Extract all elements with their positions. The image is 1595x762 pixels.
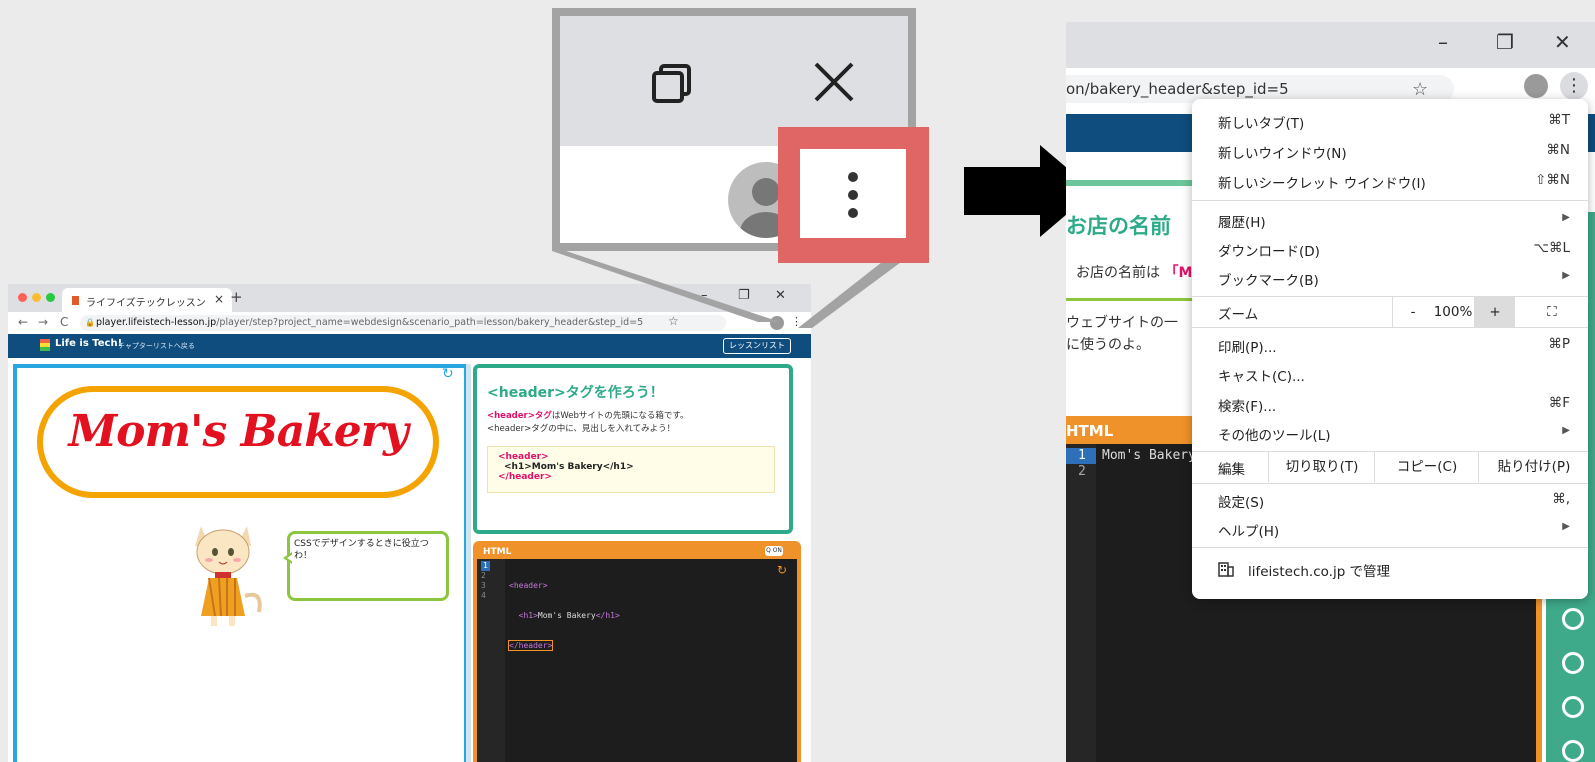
menu-item-bookmarks[interactable]: ブックマーク(B) ▶ <box>1192 263 1588 293</box>
chrome-menu: 新しいタブ(T) ⌘T 新しいウインドウ(N) ⌘N 新しいシークレット ウインドウ… <box>1192 99 1588 599</box>
menu-item-managed[interactable]: lifeistech.co.jp で管理 <box>1192 554 1588 584</box>
menu-shortcut: ⇧⌘N <box>1535 172 1570 188</box>
menu-item-zoom: ズーム - 100% + ⛶ <box>1192 297 1588 327</box>
menu-item-edit: 編集 切り取り(T) コピー(C) 貼り付け(P) <box>1192 452 1588 482</box>
menu-item-label: キャスト(C)... <box>1218 369 1305 385</box>
menu-item-help[interactable]: ヘルプ(H) ▶ <box>1192 514 1588 544</box>
menu-item-label: 新しいウインドウ(N) <box>1218 146 1347 162</box>
menu-item-downloads[interactable]: ダウンロード(D) ⌥⌘L <box>1192 234 1588 264</box>
menu-shortcut: ⌘, <box>1552 491 1570 507</box>
line-numbers: 1 2 <box>1078 448 1086 480</box>
menu-shortcut: ⌘F <box>1548 395 1570 411</box>
kebab-icon <box>848 172 858 218</box>
menu-item-label: 編集 <box>1218 462 1245 478</box>
copy-button[interactable]: コピー(C) <box>1374 452 1479 482</box>
close-icon <box>814 62 854 102</box>
instruction-text: お店の名前は <box>1076 265 1160 281</box>
zoom-level: 100% <box>1433 304 1473 320</box>
line-number: 2 <box>1078 464 1086 479</box>
menu-item-label: ヘルプ(H) <box>1218 524 1280 540</box>
instruction-text: ウェブサイトの一 <box>1066 315 1178 331</box>
menu-item-label: その他のツール(L) <box>1218 428 1331 444</box>
close-icon[interactable]: ✕ <box>1554 30 1571 54</box>
menu-item-label: ダウンロード(D) <box>1218 244 1320 260</box>
paste-button[interactable]: 貼り付け(P) <box>1478 452 1589 482</box>
menu-item-new-tab[interactable]: 新しいタブ(T) ⌘T <box>1192 106 1588 136</box>
menu-item-find[interactable]: 検索(F)... ⌘F <box>1192 389 1588 419</box>
menu-item-print[interactable]: 印刷(P)... ⌘P <box>1192 330 1588 360</box>
submenu-arrow-icon: ▶ <box>1562 425 1570 436</box>
instruction-line1: お店の名前は 「M <box>1076 262 1192 282</box>
menu-item-label: 印刷(P)... <box>1218 340 1277 356</box>
instruction-title: お店の名前 <box>1066 214 1171 238</box>
menu-item-incognito[interactable]: 新しいシークレット ウインドウ(I) ⇧⌘N <box>1192 166 1588 196</box>
menu-separator <box>1192 327 1588 328</box>
code-area[interactable]: Mom's Bakery <box>1102 448 1196 464</box>
menu-item-settings[interactable]: 設定(S) ⌘, <box>1192 485 1588 515</box>
menu-shortcut: ⌘T <box>1548 112 1570 128</box>
menu-item-history[interactable]: 履歴(H) ▶ <box>1192 205 1588 235</box>
zoomed-kebab-button <box>800 149 906 238</box>
instruction-line2: ウェブサイトの一 に使うのよ。 <box>1066 312 1178 356</box>
profile-avatar[interactable] <box>1524 74 1548 98</box>
menu-kebab-button[interactable]: ⋮ <box>1560 72 1588 100</box>
line-number: 1 <box>1078 448 1086 463</box>
menu-shortcut: ⌘N <box>1546 142 1570 158</box>
titlebar: – ❐ ✕ <box>1066 22 1595 68</box>
submenu-arrow-icon: ▶ <box>1562 270 1570 281</box>
zoom-out-button[interactable]: - <box>1392 297 1433 327</box>
line-gutter <box>1066 444 1096 762</box>
menu-item-label: 新しいシークレット ウインドウ(I) <box>1218 176 1426 192</box>
zoom-in-button[interactable]: + <box>1474 297 1515 327</box>
menu-item-label: 履歴(H) <box>1218 215 1266 231</box>
instruction-highlight: 「M <box>1164 265 1193 281</box>
restore-icon <box>652 64 691 103</box>
menu-item-label: ズーム <box>1218 307 1259 323</box>
menu-item-label: ブックマーク(B) <box>1218 273 1319 289</box>
menu-item-label: 検索(F)... <box>1218 399 1277 415</box>
menu-item-cast[interactable]: キャスト(C)... <box>1192 359 1588 389</box>
menu-item-more-tools[interactable]: その他のツール(L) ▶ <box>1192 418 1588 448</box>
cut-button[interactable]: 切り取り(T) <box>1268 452 1375 482</box>
menu-item-label: 新しいタブ(T) <box>1218 116 1305 132</box>
menu-separator <box>1192 200 1588 201</box>
menu-item-label: lifeistech.co.jp で管理 <box>1248 564 1391 580</box>
menu-item-new-window[interactable]: 新しいウインドウ(N) ⌘N <box>1192 136 1588 166</box>
submenu-arrow-icon: ▶ <box>1562 212 1570 223</box>
editor-label: HTML <box>1066 422 1114 440</box>
fullscreen-icon[interactable]: ⛶ <box>1514 297 1589 327</box>
url-text: on/bakery_header&step_id=5 <box>1066 80 1289 98</box>
instruction-text: に使うのよ。 <box>1066 337 1150 353</box>
menu-shortcut: ⌥⌘L <box>1533 240 1570 256</box>
menu-shortcut: ⌘P <box>1548 336 1570 352</box>
menu-item-label: 設定(S) <box>1218 495 1265 511</box>
submenu-arrow-icon: ▶ <box>1562 521 1570 532</box>
building-icon <box>1218 562 1234 577</box>
menu-separator <box>1192 483 1588 484</box>
minimize-icon[interactable]: – <box>1438 30 1448 54</box>
restore-icon[interactable]: ❐ <box>1496 30 1514 54</box>
menu-separator <box>1192 547 1588 548</box>
